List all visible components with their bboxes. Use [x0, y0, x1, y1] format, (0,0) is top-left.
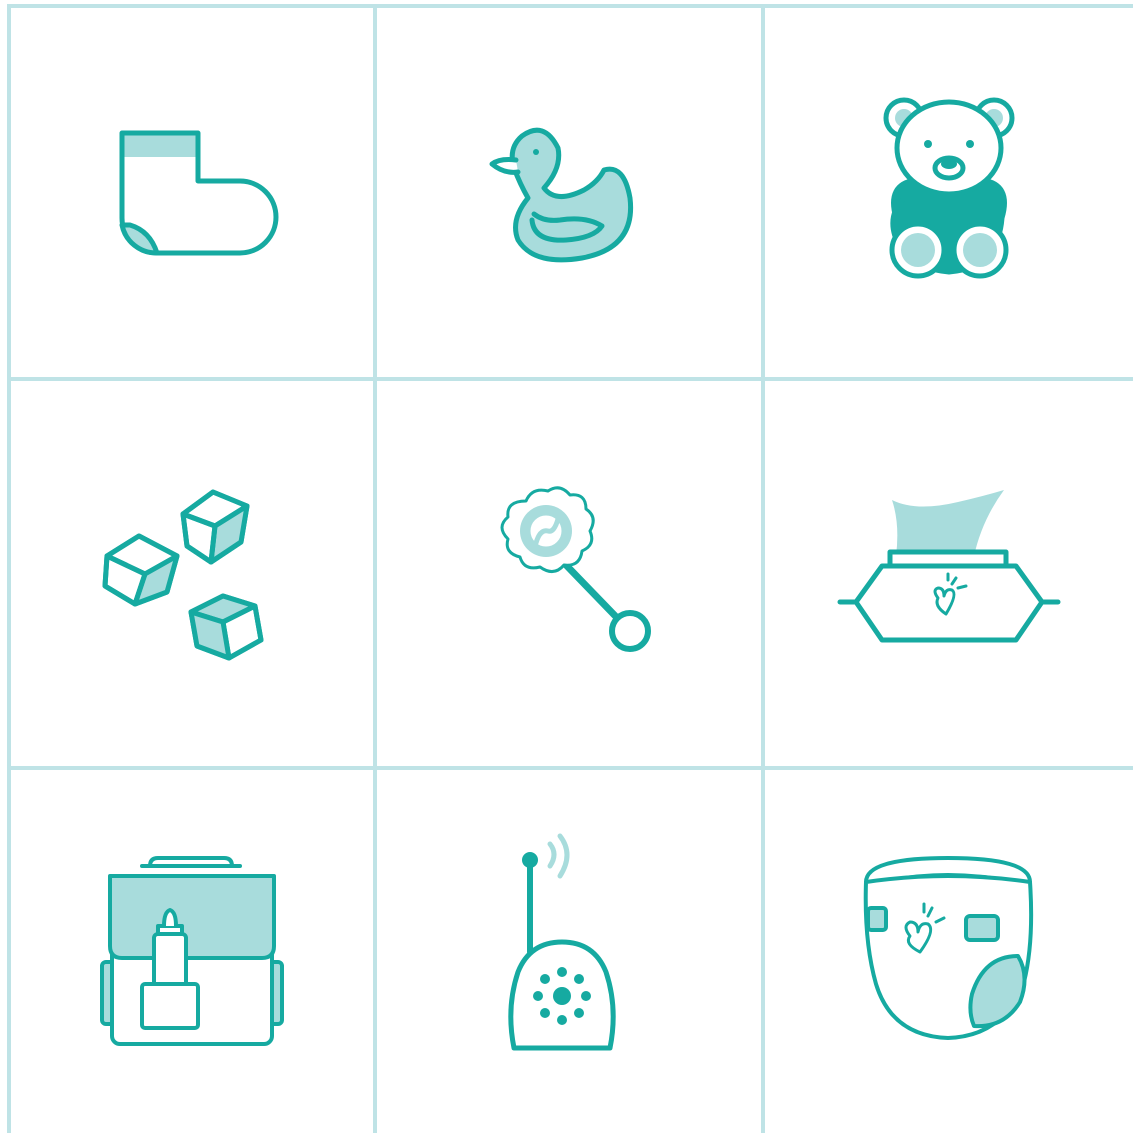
cell-teddy-bear	[765, 8, 1133, 377]
baby-monitor-icon	[508, 833, 616, 1050]
cell-sock	[11, 8, 373, 377]
cell-baby-wipes	[765, 381, 1133, 766]
cell-baby-rattle	[377, 381, 761, 766]
cell-baby-monitor	[377, 770, 761, 1133]
diaper-icon	[863, 855, 1034, 1040]
sock-icon	[119, 130, 279, 256]
rubber-duck-icon	[489, 127, 634, 262]
baby-wipes-icon	[837, 489, 1061, 642]
cell-diaper-bag	[11, 770, 373, 1133]
toy-blocks-icon	[102, 489, 264, 660]
baby-rattle-icon	[500, 485, 651, 652]
icon-grid	[0, 0, 1133, 1133]
cell-toy-blocks	[11, 381, 373, 766]
cell-rubber-duck	[377, 8, 761, 377]
cell-diaper	[765, 770, 1133, 1133]
diaper-bag-icon	[100, 855, 284, 1046]
teddy-bear-icon	[883, 97, 1015, 278]
